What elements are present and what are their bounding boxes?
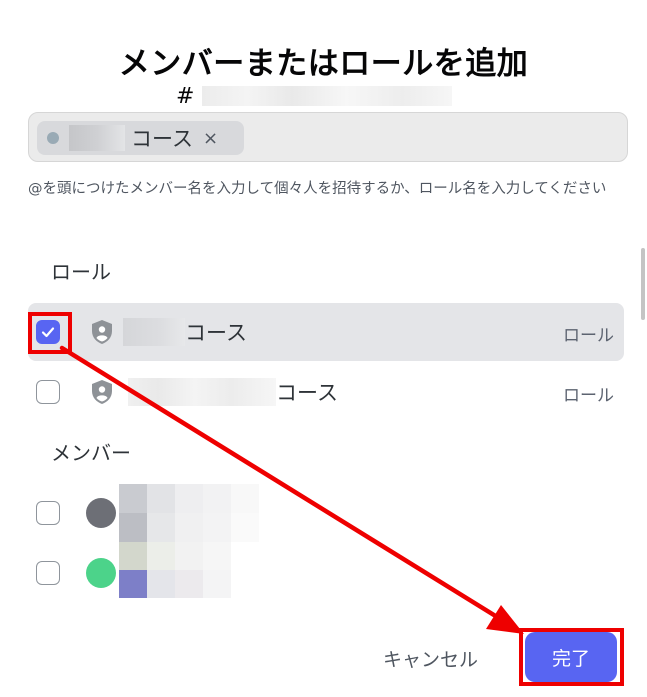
annotation-arrow [59, 345, 524, 634]
